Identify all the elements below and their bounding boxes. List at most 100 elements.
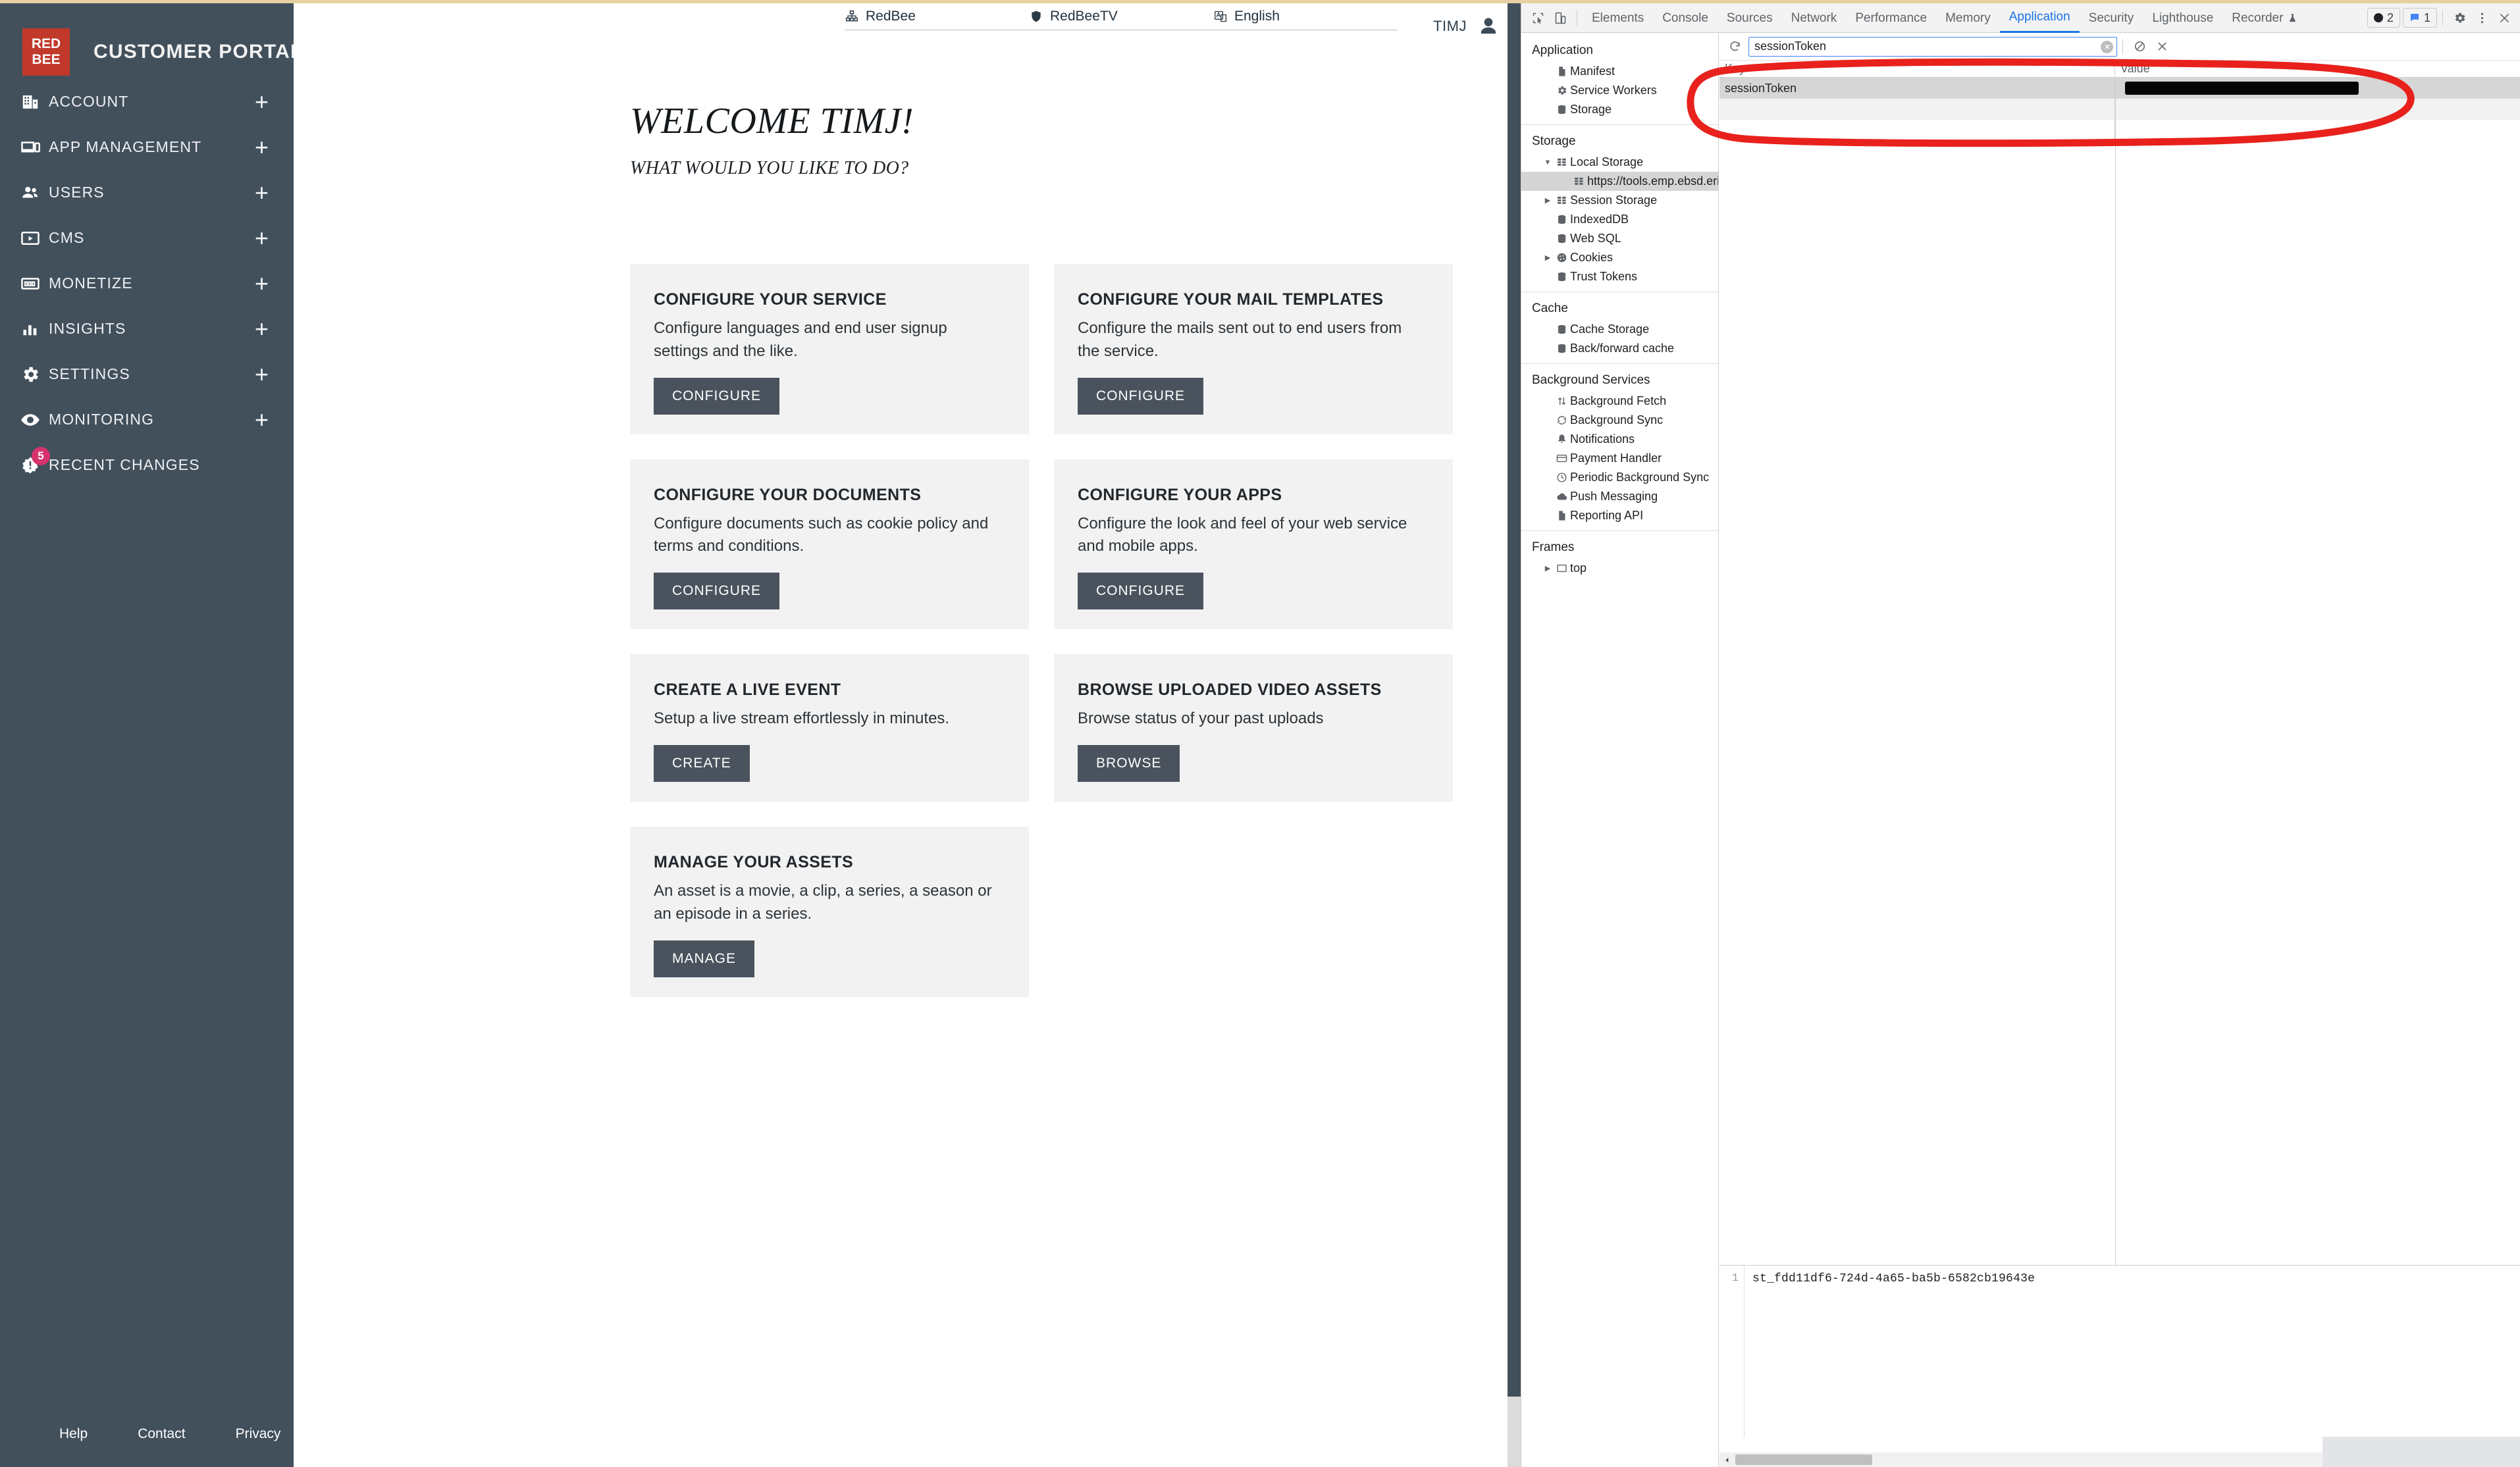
twisty-collapsed-icon[interactable]: ▶ (1542, 564, 1553, 573)
more-options-icon[interactable] (2471, 7, 2493, 29)
table-row[interactable]: sessionToken (1719, 78, 2520, 99)
column-header-value[interactable]: Value (2115, 61, 2520, 77)
sidebar-item-monetize[interactable]: MONETIZE + (0, 261, 294, 306)
devtools-tab-console[interactable]: Console (1653, 4, 1718, 33)
expand-plus-icon[interactable]: + (255, 271, 269, 295)
footer-link-contact[interactable]: Contact (138, 1426, 185, 1442)
card-action-button[interactable]: CREATE (654, 744, 750, 782)
card-action-button[interactable]: CONFIGURE (1078, 573, 1203, 610)
block-icon[interactable] (2128, 36, 2151, 58)
sidebar-item-app-management[interactable]: APP MANAGEMENT + (0, 124, 294, 170)
expand-plus-icon[interactable]: + (255, 317, 269, 340)
card-action-button[interactable]: CONFIGURE (654, 377, 779, 415)
filter-input[interactable] (1748, 36, 2117, 57)
tree-item-push-messaging[interactable]: Push Messaging (1521, 487, 1718, 506)
tree-item-service-workers[interactable]: Service Workers (1521, 81, 1718, 100)
card-action-button[interactable]: BROWSE (1078, 744, 1180, 782)
horizontal-scrollbar-thumb[interactable] (1735, 1454, 1872, 1465)
context-select-english[interactable]: English (1213, 9, 1398, 30)
tree-item-payment-handler[interactable]: Payment Handler (1521, 449, 1718, 468)
expand-plus-icon[interactable]: + (255, 362, 269, 386)
devtools-tab-application[interactable]: Application (1999, 4, 2080, 33)
devtools-tab-network[interactable]: Network (1782, 4, 1847, 33)
context-select-redbee[interactable]: RedBee (845, 9, 1029, 30)
tree-item-https-tools-emp-ebsd-erics[interactable]: https://tools.emp.ebsd.erics (1521, 172, 1718, 191)
devtools-tab-performance[interactable]: Performance (1846, 4, 1936, 33)
tree-item-indexeddb[interactable]: IndexedDB (1521, 210, 1718, 229)
scroll-left-arrow-icon[interactable] (1719, 1453, 1734, 1467)
expand-plus-icon[interactable]: + (255, 180, 269, 204)
twisty-expanded-icon[interactable]: ▼ (1542, 159, 1553, 167)
message-count-badge[interactable]: 1 (2402, 8, 2437, 28)
column-separator-line (2115, 78, 2116, 1265)
bell-icon (1553, 434, 1570, 445)
refresh-icon[interactable] (1723, 36, 1746, 58)
application-sidebar-tree: Application Manifest Service Workers Storag… (1521, 33, 1719, 1467)
brand-header[interactable]: RED BEE CUSTOMER PORTAL (0, 0, 302, 79)
tree-item-background-fetch[interactable]: Background Fetch (1521, 392, 1718, 411)
devtools-tab-lighthouse[interactable]: Lighthouse (2143, 4, 2222, 33)
close-icon[interactable] (2493, 7, 2515, 29)
footer-link-privacy[interactable]: Privacy (236, 1426, 281, 1442)
column-header-key[interactable]: Key (1719, 61, 2115, 77)
tree-item-trust-tokens[interactable]: Trust Tokens (1521, 267, 1718, 286)
user-menu-button[interactable]: TIMJ (1433, 14, 1501, 39)
devtools-tab-security[interactable]: Security (2080, 4, 2143, 33)
sidebar-item-insights[interactable]: INSIGHTS + (0, 306, 294, 351)
redacted-value-mask (2125, 82, 2359, 95)
tree-item-reporting-api[interactable]: Reporting API (1521, 506, 1718, 525)
sidebar-item-users[interactable]: USERS + (0, 170, 294, 215)
page-scrollbar-thumb[interactable] (1508, 0, 1521, 1397)
table-empty-row[interactable] (1719, 99, 2520, 120)
tree-item-cookies[interactable]: ▶ Cookies (1521, 248, 1718, 267)
tab-label: Performance (1855, 11, 1928, 25)
expand-plus-icon[interactable]: + (255, 135, 269, 159)
expand-plus-icon[interactable]: + (255, 407, 269, 431)
devtools-tab-sources[interactable]: Sources (1718, 4, 1782, 33)
alert-badge-icon: 5 (12, 446, 50, 475)
card-action-button[interactable]: MANAGE (654, 940, 755, 977)
local-storage-panel: Key Value sessionToken 1 st_fdd11df6-724… (1719, 33, 2520, 1467)
tree-item-manifest[interactable]: Manifest (1521, 62, 1718, 81)
preview-value-text[interactable]: st_fdd11df6-724d-4a65-ba5b-6582cb19643e (1745, 1266, 2520, 1437)
page-scrollbar-track[interactable] (1508, 1397, 1521, 1467)
footer-link-help[interactable]: Help (59, 1426, 88, 1442)
twisty-collapsed-icon[interactable]: ▶ (1542, 196, 1553, 205)
tree-item-session-storage[interactable]: ▶ Session Storage (1521, 191, 1718, 210)
tree-item-background-sync[interactable]: Background Sync (1521, 411, 1718, 430)
tree-item-back-forward-cache[interactable]: Back/forward cache (1521, 339, 1718, 358)
sidebar-item-cms[interactable]: CMS + (0, 215, 294, 261)
tree-item-periodic-background-sync[interactable]: Periodic Background Sync (1521, 468, 1718, 487)
inspect-element-icon[interactable] (1527, 7, 1549, 29)
page-vertical-scrollbar[interactable] (1508, 0, 1521, 1467)
settings-gear-icon[interactable] (2448, 7, 2471, 29)
tree-item-top[interactable]: ▶ top (1521, 559, 1718, 578)
clear-input-icon[interactable] (2101, 40, 2113, 53)
sidebar-item-account[interactable]: ACCOUNT + (0, 79, 294, 124)
sidebar-item-settings[interactable]: SETTINGS + (0, 351, 294, 397)
twisty-collapsed-icon[interactable]: ▶ (1542, 253, 1553, 262)
clock-icon (1553, 472, 1570, 483)
sidebar-item-recent-changes[interactable]: 5 RECENT CHANGES (0, 442, 294, 488)
tree-item-notifications[interactable]: Notifications (1521, 430, 1718, 449)
cell-key[interactable]: sessionToken (1719, 78, 2115, 99)
error-count-badge[interactable]: 2 (2367, 8, 2400, 28)
tree-item-web-sql[interactable]: Web SQL (1521, 229, 1718, 248)
devtools-tab-recorder[interactable]: Recorder (2222, 4, 2307, 33)
expand-plus-icon[interactable]: + (255, 226, 269, 249)
delete-x-icon[interactable] (2151, 36, 2173, 58)
expand-plus-icon[interactable]: + (255, 90, 269, 113)
device-toolbar-icon[interactable] (1549, 7, 1571, 29)
tree-item-cache-storage[interactable]: Cache Storage (1521, 320, 1718, 339)
context-select-redbeetv[interactable]: RedBeeTV (1029, 9, 1213, 30)
devtools-tab-memory[interactable]: Memory (1936, 4, 2000, 33)
cell-value[interactable] (2115, 78, 2520, 99)
devtools-tab-elements[interactable]: Elements (1583, 4, 1653, 33)
tree-item-local-storage[interactable]: ▼ Local Storage (1521, 153, 1718, 172)
tree-item-storage[interactable]: Storage (1521, 100, 1718, 119)
table-empty-row[interactable] (1719, 120, 2520, 141)
shield-icon (1029, 10, 1043, 23)
sidebar-item-monitoring[interactable]: MONITORING + (0, 397, 294, 442)
card-action-button[interactable]: CONFIGURE (1078, 377, 1203, 415)
card-action-button[interactable]: CONFIGURE (654, 573, 779, 610)
